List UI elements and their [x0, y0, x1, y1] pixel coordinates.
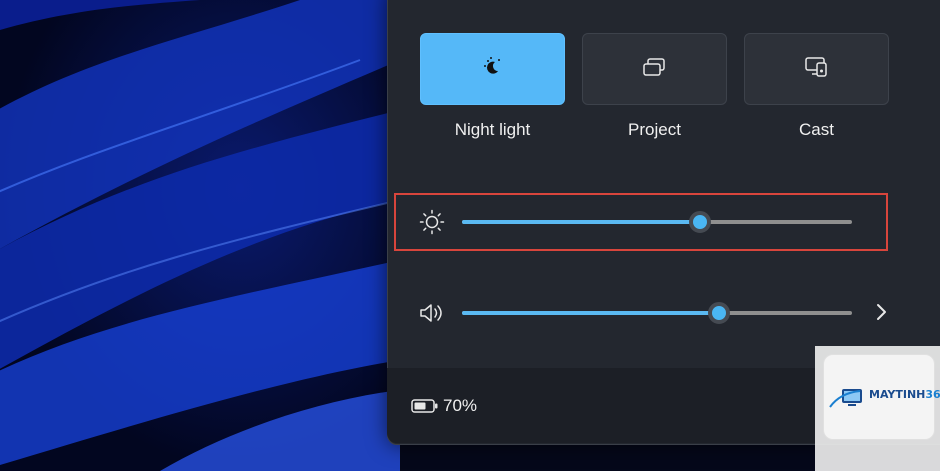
volume-slider[interactable] — [462, 302, 852, 324]
cast-tile[interactable] — [744, 33, 889, 105]
watermark-logo-icon — [828, 385, 868, 420]
cast-icon — [804, 55, 830, 84]
project-toggle[interactable]: Project — [582, 33, 727, 140]
cast-toggle[interactable]: Cast — [744, 33, 889, 140]
chevron-right-icon[interactable] — [874, 302, 888, 327]
night-light-toggle[interactable]: Night light — [420, 33, 565, 140]
night-light-tile[interactable] — [420, 33, 565, 105]
cast-label: Cast — [799, 120, 834, 139]
watermark-overlay: MAYTINH365 — [815, 346, 940, 471]
project-icon — [642, 56, 668, 83]
battery-percentage: 70% — [443, 396, 478, 415]
watermark-brand: MAYTINH365 — [869, 388, 940, 401]
battery-icon[interactable] — [411, 397, 439, 420]
night-light-icon — [482, 56, 504, 83]
project-label: Project — [628, 120, 681, 139]
project-tile[interactable] — [582, 33, 727, 105]
watermark-card: MAYTINH365 — [823, 354, 940, 440]
desktop-wallpaper — [0, 0, 400, 471]
speaker-icon[interactable] — [418, 301, 446, 330]
volume-fill — [462, 311, 720, 315]
highlight-annotation — [394, 193, 888, 251]
night-light-label: Night light — [454, 120, 531, 139]
